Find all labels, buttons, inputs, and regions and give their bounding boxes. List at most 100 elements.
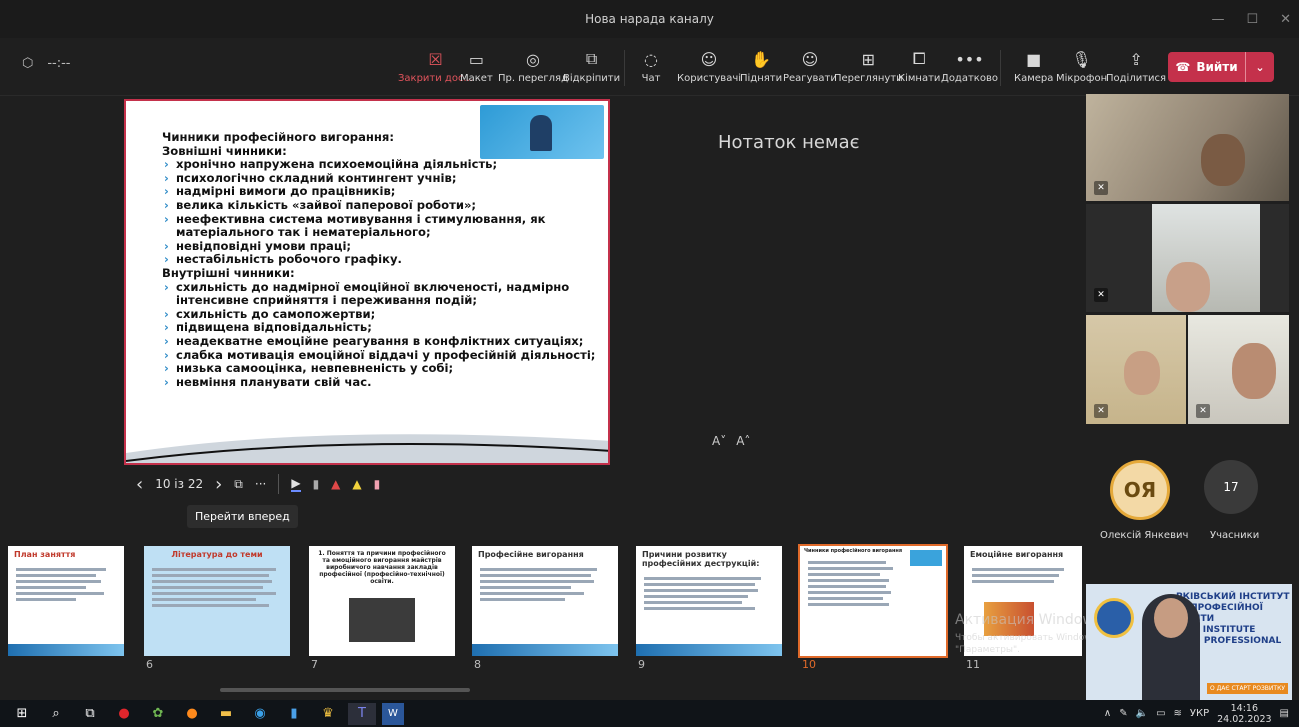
pointer-tool-icon[interactable]: ▶ bbox=[291, 476, 301, 492]
people-label: Користувачі bbox=[677, 73, 742, 84]
thumbnail-photo bbox=[349, 598, 415, 642]
battery-icon[interactable]: ▭ bbox=[1156, 708, 1165, 719]
participants-count-badge[interactable]: 17 bbox=[1204, 460, 1258, 514]
react-icon: ☺ bbox=[801, 49, 819, 69]
volume-icon[interactable]: 🔈 bbox=[1136, 708, 1148, 719]
institute-logo bbox=[1094, 598, 1134, 638]
language-indicator[interactable]: УКР bbox=[1190, 708, 1209, 719]
participant-video-3[interactable]: ✕ bbox=[1086, 315, 1186, 424]
thumbnail-number: 8 bbox=[474, 658, 481, 671]
thumbnail-number: 10 bbox=[802, 658, 816, 671]
next-slide-button[interactable]: › bbox=[215, 474, 222, 495]
thumbnail-title: Література до теми bbox=[171, 550, 263, 559]
chevron-down-icon[interactable]: ⌄ bbox=[1246, 61, 1274, 74]
nav-divider bbox=[278, 474, 280, 494]
eraser-tool-icon[interactable]: ▮ bbox=[374, 477, 381, 491]
more-icon: ••• bbox=[955, 49, 984, 69]
font-size-controls: A˅ A˄ bbox=[712, 434, 750, 448]
camera-button[interactable]: ■ Камера bbox=[1014, 48, 1054, 85]
thumbnail-lines bbox=[144, 563, 290, 612]
game-app-icon[interactable]: ♛ bbox=[314, 703, 342, 725]
view-button[interactable]: ⊞ Переглянути bbox=[834, 48, 903, 85]
more-button[interactable]: ••• Додатково bbox=[941, 48, 998, 85]
muted-mic-icon: ✕ bbox=[1094, 288, 1108, 302]
thumbnail-bar bbox=[472, 644, 618, 656]
share-button[interactable]: ⇪ Поділитися bbox=[1106, 48, 1167, 85]
participant-face bbox=[1166, 262, 1210, 312]
participant-video-4[interactable]: ✕ bbox=[1188, 315, 1289, 424]
participant-video-2[interactable]: ✕ bbox=[1086, 204, 1289, 312]
minimize-button[interactable]: — bbox=[1211, 12, 1224, 27]
teams-icon[interactable]: T bbox=[348, 702, 376, 725]
thumbnail-lines bbox=[8, 563, 124, 606]
more-options-icon[interactable]: ··· bbox=[255, 477, 266, 491]
view-label: Переглянути bbox=[834, 73, 903, 84]
task-view-icon[interactable]: ⧉ bbox=[76, 703, 104, 725]
chrome-icon[interactable]: ◉ bbox=[246, 703, 274, 725]
rooms-button[interactable]: ⧠ Кімнати bbox=[898, 48, 940, 84]
clock[interactable]: 14:16 24.02.2023 bbox=[1217, 703, 1271, 725]
camera-label: Камера bbox=[1014, 73, 1054, 84]
thumbnail-page: Професійне вигорання bbox=[472, 546, 618, 656]
search-icon[interactable]: ⌕ bbox=[42, 703, 70, 725]
slide-bullet: велика кількість «зайвої паперової робот… bbox=[162, 198, 602, 213]
leave-button[interactable]: ☎ Вийти ⌄ bbox=[1168, 52, 1274, 82]
popout-button[interactable]: ⧉ Відкріпити bbox=[563, 48, 620, 84]
firefox-icon[interactable]: ● bbox=[178, 703, 206, 725]
meeting-timer: --:-- bbox=[47, 56, 71, 71]
participant-video-1[interactable]: ✕ bbox=[1086, 94, 1289, 201]
pen-red-tool-icon[interactable]: ▲ bbox=[331, 477, 340, 491]
muted-mic-icon: ✕ bbox=[1094, 404, 1108, 418]
word-icon[interactable]: W bbox=[382, 702, 404, 725]
pen-gray-tool-icon[interactable]: ▮ bbox=[313, 477, 320, 491]
share-label: Поділитися bbox=[1106, 73, 1167, 84]
camera-icon: ■ bbox=[1026, 49, 1042, 69]
grid-view-icon[interactable]: ⧉ bbox=[234, 477, 243, 492]
slide-text: Чинники професійного вигорання: Зовнішні … bbox=[162, 130, 602, 389]
window-title: Нова нарада каналу bbox=[585, 12, 714, 26]
thumbnail-number: 9 bbox=[638, 658, 645, 671]
participant-face bbox=[1232, 343, 1276, 399]
slide-bullet: хронічно напружена психоемоційна діяльні… bbox=[162, 158, 602, 172]
notes-empty-text: Нотаток немає bbox=[718, 132, 860, 153]
clock-date: 24.02.2023 bbox=[1217, 713, 1272, 725]
rooms-label: Кімнати bbox=[898, 73, 941, 84]
preview-button[interactable]: ◎ Пр. перегляд bbox=[498, 48, 568, 85]
people-button[interactable]: ☺ Користувачі bbox=[677, 48, 742, 85]
previous-slide-button[interactable]: ‹ bbox=[136, 474, 143, 495]
slide-navigation: ‹ 10 із 22 › ⧉ ··· ▶ ▮ ▲ ▲ ▮ bbox=[136, 470, 380, 498]
opera-icon[interactable]: ● bbox=[110, 703, 138, 725]
slide-bullet: схильність до надмірної емоційної включе… bbox=[162, 280, 602, 308]
wifi-icon[interactable]: ≋ bbox=[1174, 708, 1182, 719]
avatar[interactable]: ОЯ bbox=[1110, 460, 1170, 520]
maximize-button[interactable]: ☐ bbox=[1246, 12, 1258, 27]
microphone-button[interactable]: 🎙 Мікрофон bbox=[1056, 48, 1107, 85]
font-larger-button[interactable]: A˄ bbox=[736, 434, 750, 448]
microphone-icon: 🎙 bbox=[1071, 49, 1092, 69]
file-explorer-icon[interactable]: ▬ bbox=[212, 703, 240, 725]
leave-label: Вийти bbox=[1196, 60, 1238, 74]
react-button[interactable]: ☺ Реагувати bbox=[783, 48, 837, 85]
share-icon: ⇪ bbox=[1129, 49, 1143, 69]
slide-bullet: надмірні вимоги до працівників; bbox=[162, 185, 602, 199]
popout-label: Відкріпити bbox=[563, 73, 621, 84]
font-smaller-button[interactable]: A˅ bbox=[712, 434, 726, 448]
app-icon[interactable]: ✿ bbox=[144, 703, 172, 725]
raise-hand-button[interactable]: ✋ Підняти bbox=[740, 48, 782, 85]
close-window-button[interactable]: ✕ bbox=[1280, 12, 1291, 27]
notes-app-icon[interactable]: ▮ bbox=[280, 703, 308, 725]
chat-button[interactable]: ◌ Чат bbox=[640, 48, 662, 85]
highlighter-tool-icon[interactable]: ▲ bbox=[352, 477, 361, 491]
windows-start-icon[interactable]: ⊞ bbox=[8, 703, 36, 725]
tray-chevron-icon[interactable]: ∧ bbox=[1104, 708, 1111, 719]
pen-icon[interactable]: ✎ bbox=[1119, 708, 1127, 719]
thumbnail-page: Причини розвитку професійних деструкцій: bbox=[636, 546, 782, 656]
presenter-video[interactable]: РКІВСЬКИЙ ІНСТИТУТ ОЇ ПРОФЕСІЙНОЇ ОСВІТИ… bbox=[1086, 584, 1292, 700]
thumbnail-lines bbox=[636, 572, 782, 615]
institute-tag: О ДАЄ СТАРТ РОЗВИТКУ bbox=[1206, 683, 1288, 694]
muted-mic-icon: ✕ bbox=[1094, 181, 1108, 195]
thumbnail-scrollbar[interactable] bbox=[220, 688, 470, 692]
people-icon: ☺ bbox=[700, 49, 718, 69]
layout-button[interactable]: ▭ Макет bbox=[460, 48, 493, 85]
notifications-icon[interactable]: ▤ bbox=[1280, 708, 1289, 719]
